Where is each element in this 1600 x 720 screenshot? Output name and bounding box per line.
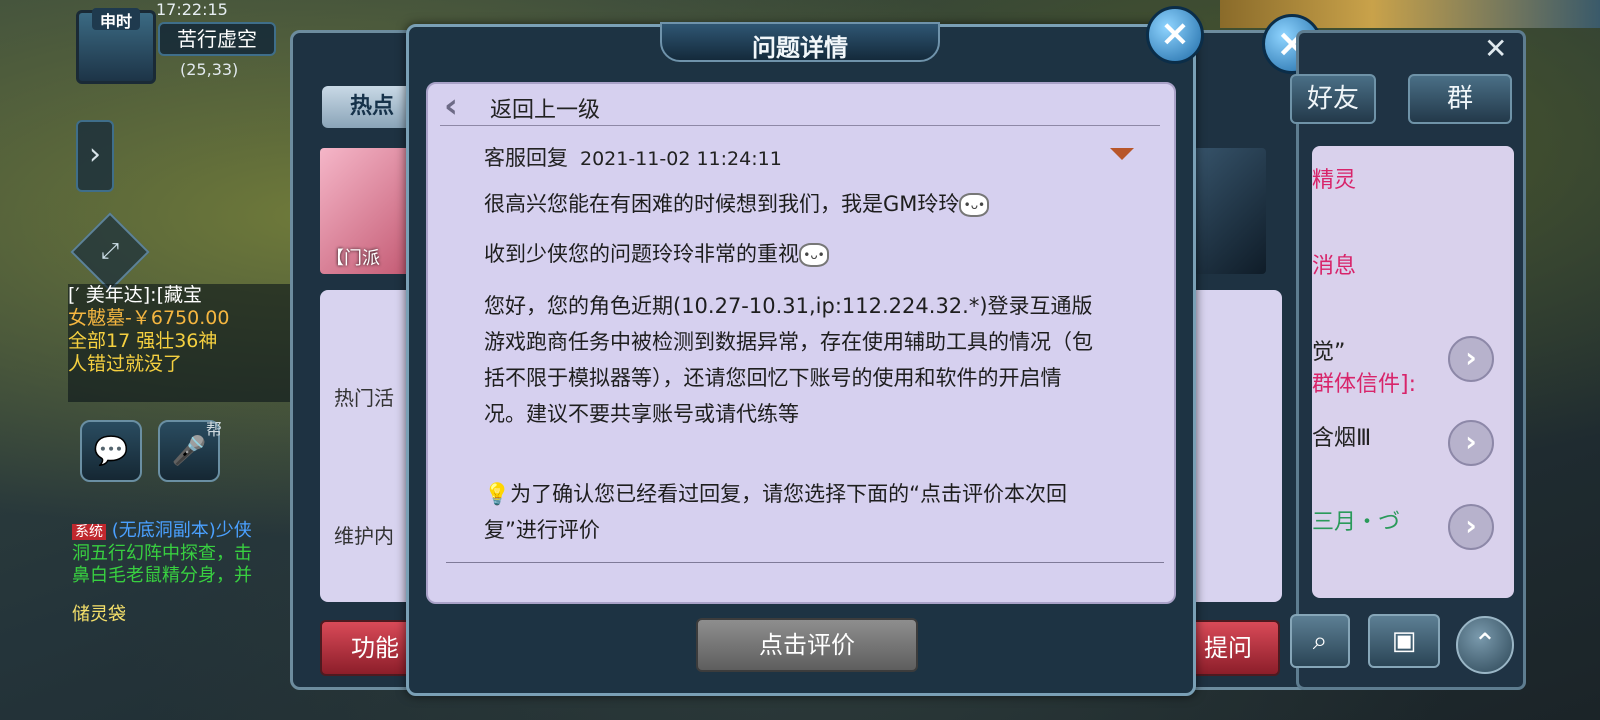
chevron-up-icon[interactable]: ⌃ [1456,616,1514,674]
reply-text: 为了确认您已经看过回复，请您选择下面的“点击评价本次回复”进行评价 [484,482,1068,542]
maintenance-label: 维护内 [334,524,394,548]
list-item[interactable]: 觉” [1312,334,1345,366]
reply-paragraph: 很高兴您能在有困难的时候想到我们，我是GM玲玲 •ᴗ• [484,186,1094,222]
hot-activity-label: 热门活 [334,386,394,410]
system-message: 系统 (无底洞副本)少侠 洞五行幻阵中探查，击 鼻白毛老鼠精分身，并 [72,520,300,587]
tab-friends[interactable]: 好友 [1290,74,1376,124]
chevron-right-icon[interactable]: › [1448,336,1494,382]
reply-paragraph: 您好，您的角色近期(10.27-10.31,ip:112.224.32.*)登录… [484,294,1093,426]
system-line: 鼻白毛老鼠精分身，并 [72,565,252,586]
system-tag: 系统 [72,524,106,540]
side-expand-arrow-icon[interactable]: › [76,120,114,192]
system-line: (无底洞副本)少侠 [111,520,252,541]
reply-text: 很高兴您能在有困难的时候想到我们，我是GM玲玲 [484,192,960,216]
reply-header: 客服回复 2021-11-02 11:24:11 [484,142,782,172]
chat-line: 全部17 强壮36神 [68,330,218,352]
player-name[interactable]: 苦行虚空 [158,22,276,56]
clock: 17:22:15 [156,0,228,19]
emoji-icon: •ᴗ• [799,243,829,267]
search-icon[interactable]: ⌕ [1290,614,1350,668]
dialog-title: 问题详情 [752,34,848,62]
storage-bag-link[interactable]: 储灵袋 [72,600,126,626]
reply-paragraph: 💡为了确认您已经看过回复，请您选择下面的“点击评价本次回复”进行评价 [484,476,1094,548]
chat-bubble-icon[interactable]: 💬 [80,420,142,482]
reply-paragraph: 收到少侠您的问题玲玲非常的重视 •ᴗ• [484,236,1094,272]
chat-line: [′ 美年达]:[藏宝 [68,284,202,306]
banner-left-label: 【门派 [326,248,380,269]
lightbulb-icon: 💡 [484,482,511,506]
chevron-right-icon[interactable]: › [1448,420,1494,466]
list-item[interactable]: 精灵 [1312,162,1356,194]
collapse-arrow-icon[interactable] [1110,148,1134,160]
list-item[interactable]: 群体信件]: [1312,366,1416,398]
divider [446,562,1164,563]
back-to-parent-link[interactable]: 返回上一级 [490,92,600,124]
reply-text: 收到少侠您的问题玲玲非常的重视 [484,242,799,266]
chevron-left-icon[interactable]: ‹ [444,86,458,126]
chevron-right-icon[interactable]: › [1448,504,1494,550]
reply-sender: 客服回复 [484,146,568,170]
mailbox-icon[interactable]: ▣ [1368,614,1440,668]
voice-tag: 帮 [206,420,223,439]
chat-line: 人错过就没了 [68,353,183,375]
time-period-label: 申时 [92,8,140,31]
list-item[interactable]: 含烟Ⅲ [1312,420,1371,452]
list-item[interactable]: 消息 [1312,248,1356,280]
emoji-icon: •ᴗ• [959,193,990,217]
tab-group[interactable]: 群 [1408,74,1512,124]
rate-reply-button[interactable]: 点击评价 [696,618,918,672]
list-item[interactable]: 三月・づ [1312,504,1400,536]
chat-line: 女魃墓-￥6750.00 [68,307,230,329]
close-icon[interactable]: × [1146,6,1204,64]
system-line: 洞五行幻阵中探查，击 [72,543,252,564]
close-icon[interactable]: ✕ [1484,32,1507,65]
fullscreen-expand-icon[interactable]: ⤢ [70,212,150,292]
map-coords: (25,33) [180,60,239,79]
reply-timestamp: 2021-11-02 11:24:11 [580,148,782,170]
banner-left[interactable]: 【门派 [320,148,410,274]
world-chat-box[interactable]: [′ 美年达]:[藏宝 女魃墓-￥6750.00 全部17 强壮36神 人错过就… [68,284,296,402]
